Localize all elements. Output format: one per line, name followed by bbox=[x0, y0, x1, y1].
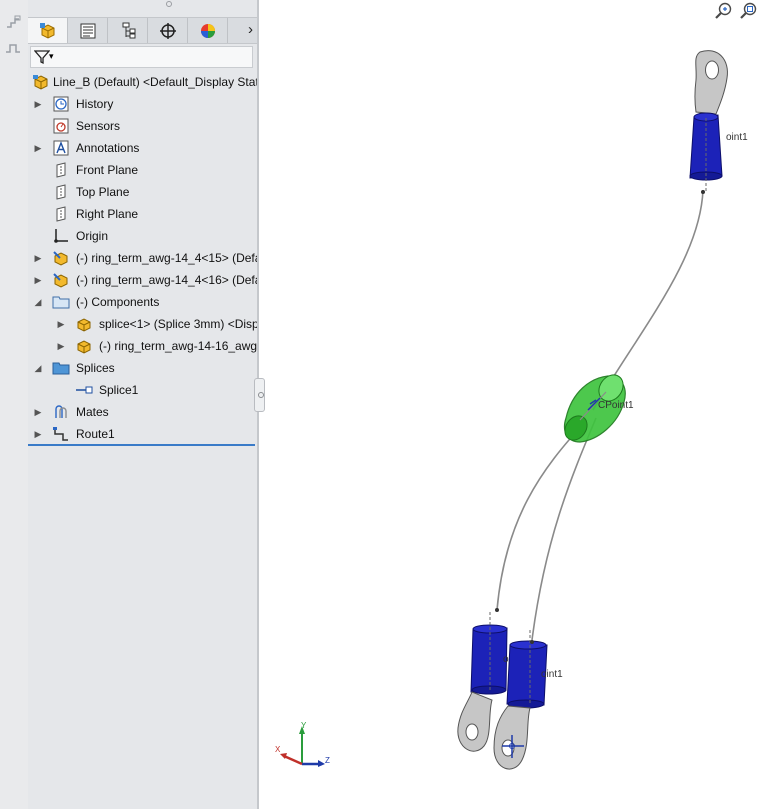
tree-end-marker bbox=[28, 444, 255, 446]
connection-point-label-bottom-right: oint1 bbox=[541, 669, 563, 680]
filter-bar[interactable]: ▾ bbox=[30, 46, 253, 68]
tree-item-annotations[interactable]: ▶ Annotations bbox=[28, 137, 257, 159]
tree-item-label: Splices bbox=[76, 361, 115, 375]
sketch-pulse-icon[interactable] bbox=[4, 40, 22, 56]
expand-arrow-icon[interactable]: ▶ bbox=[33, 93, 43, 115]
splice-point-icon bbox=[76, 386, 93, 394]
collapse-arrow-icon[interactable]: ◢ bbox=[33, 291, 43, 313]
tab-property-manager[interactable] bbox=[68, 18, 108, 43]
crosshair-icon bbox=[159, 22, 176, 39]
assembly-part-icon bbox=[77, 340, 91, 354]
configuration-manager-icon bbox=[122, 22, 135, 38]
plane-icon bbox=[56, 206, 66, 222]
tree-item-splices[interactable]: ◢ Splices bbox=[28, 357, 257, 379]
model-view[interactable]: oint1 CPoint1 oint1 Y Z X bbox=[259, 0, 759, 809]
wire-bottom-right[interactable] bbox=[531, 417, 597, 641]
expand-arrow-icon[interactable]: ▶ bbox=[33, 269, 43, 291]
tree-item-top-plane[interactable]: Top Plane bbox=[28, 181, 257, 203]
collapse-arrow-icon[interactable]: ◢ bbox=[33, 357, 43, 379]
panel-grip-icon[interactable] bbox=[166, 1, 172, 7]
ring-terminal-top[interactable] bbox=[689, 50, 728, 194]
tab-dimxpert-manager[interactable] bbox=[148, 18, 188, 43]
plane-icon bbox=[56, 184, 66, 200]
route-icon bbox=[53, 427, 68, 441]
tree-item-ring-term-16[interactable]: ▶ (-) ring_term_awg-14_4<16> (Defa bbox=[28, 269, 257, 291]
tab-feature-manager[interactable] bbox=[28, 18, 68, 43]
tree-item-label: Route1 bbox=[76, 427, 115, 441]
triad-y-label: Y bbox=[301, 721, 307, 730]
tree-item-mates[interactable]: ▶ Mates bbox=[28, 401, 257, 423]
expand-arrow-icon[interactable]: ▶ bbox=[33, 137, 43, 159]
left-toolbar-strip bbox=[0, 0, 29, 809]
tree-item-ring-term-14-16[interactable]: ▶ (-) ring_term_awg-14-16_awg bbox=[28, 335, 257, 357]
graphics-viewport[interactable]: oint1 CPoint1 oint1 Y Z X bbox=[259, 0, 759, 809]
color-wheel-icon bbox=[200, 23, 215, 38]
annotations-icon bbox=[53, 140, 69, 156]
tree-item-label: Origin bbox=[76, 229, 109, 243]
triad-z-label: Z bbox=[325, 756, 330, 765]
folder-blue-icon bbox=[52, 362, 70, 375]
tree-item-label: Front Plane bbox=[76, 163, 139, 177]
history-icon bbox=[53, 96, 69, 112]
tree-item-route1[interactable]: ▶ Route1 bbox=[28, 423, 257, 445]
tree-item-label: Top Plane bbox=[76, 185, 130, 199]
property-manager-icon bbox=[80, 23, 95, 38]
tree-item-label: (-) ring_term_awg-14_4<16> (Defa bbox=[76, 273, 257, 287]
tab-scroll-right-icon[interactable]: › bbox=[248, 21, 253, 38]
tree-item-label: (-) ring_term_awg-14-16_awg bbox=[99, 339, 257, 353]
expand-arrow-icon[interactable]: ▶ bbox=[33, 401, 43, 423]
expand-arrow-icon[interactable]: ▶ bbox=[56, 313, 66, 335]
expand-arrow-icon[interactable]: ▶ bbox=[33, 247, 43, 269]
folder-icon bbox=[52, 296, 70, 309]
connection-point-label-top: oint1 bbox=[726, 132, 748, 143]
tree-root[interactable]: Line_B (Default) <Default_Display State bbox=[28, 71, 257, 93]
tree-root-label: Line_B (Default) <Default_Display State bbox=[53, 75, 257, 89]
part-edit-icon bbox=[53, 273, 68, 288]
sketch-step-icon[interactable] bbox=[4, 14, 22, 30]
connection-point-label-splice: CPoint1 bbox=[598, 400, 634, 411]
assembly-icon bbox=[33, 75, 48, 90]
tree-item-label: Sensors bbox=[76, 119, 121, 133]
tree-item-label: Splice1 bbox=[99, 383, 139, 397]
origin-icon bbox=[54, 229, 68, 243]
tab-configuration-manager[interactable] bbox=[108, 18, 148, 43]
tree-item-sensors[interactable]: Sensors bbox=[28, 115, 257, 137]
tree-item-splice-1[interactable]: ▶ splice<1> (Splice 3mm) <Disp bbox=[28, 313, 257, 335]
tree-item-label: Annotations bbox=[76, 141, 140, 155]
triad-x-label: X bbox=[275, 745, 281, 754]
tree-item-label: splice<1> (Splice 3mm) <Disp bbox=[99, 317, 257, 331]
manager-tab-bar: › bbox=[28, 17, 257, 44]
expand-arrow-icon[interactable]: ▶ bbox=[33, 423, 43, 445]
tree-item-label: (-) ring_term_awg-14_4<15> (Defa bbox=[76, 251, 257, 265]
tab-display-manager[interactable] bbox=[188, 18, 228, 43]
plane-icon bbox=[56, 162, 66, 178]
tree-item-right-plane[interactable]: Right Plane bbox=[28, 203, 257, 225]
tree-item-components[interactable]: ◢ (-) Components bbox=[28, 291, 257, 313]
tree-item-label: History bbox=[76, 97, 114, 111]
filter-icon bbox=[34, 50, 50, 65]
tree-item-front-plane[interactable]: Front Plane bbox=[28, 159, 257, 181]
part-edit-icon bbox=[53, 251, 68, 266]
tree-item-label: Mates bbox=[76, 405, 109, 419]
expand-arrow-icon[interactable]: ▶ bbox=[56, 335, 66, 357]
tree-item-label: (-) Components bbox=[76, 295, 160, 309]
tree-item-history[interactable]: ▶ History bbox=[28, 93, 257, 115]
tree-item-ring-term-15[interactable]: ▶ (-) ring_term_awg-14_4<15> (Defa bbox=[28, 247, 257, 269]
mates-icon bbox=[55, 405, 67, 418]
assembly-part-icon bbox=[77, 318, 91, 332]
tree-item-splice1[interactable]: Splice1 bbox=[28, 379, 257, 401]
tree-item-origin[interactable]: Origin bbox=[28, 225, 257, 247]
filter-dropdown-icon[interactable]: ▾ bbox=[49, 51, 54, 62]
tree-item-label: Right Plane bbox=[76, 207, 139, 221]
view-triad: Y Z X bbox=[275, 721, 330, 767]
sensors-icon bbox=[53, 118, 69, 134]
feature-manager-icon bbox=[39, 22, 54, 39]
